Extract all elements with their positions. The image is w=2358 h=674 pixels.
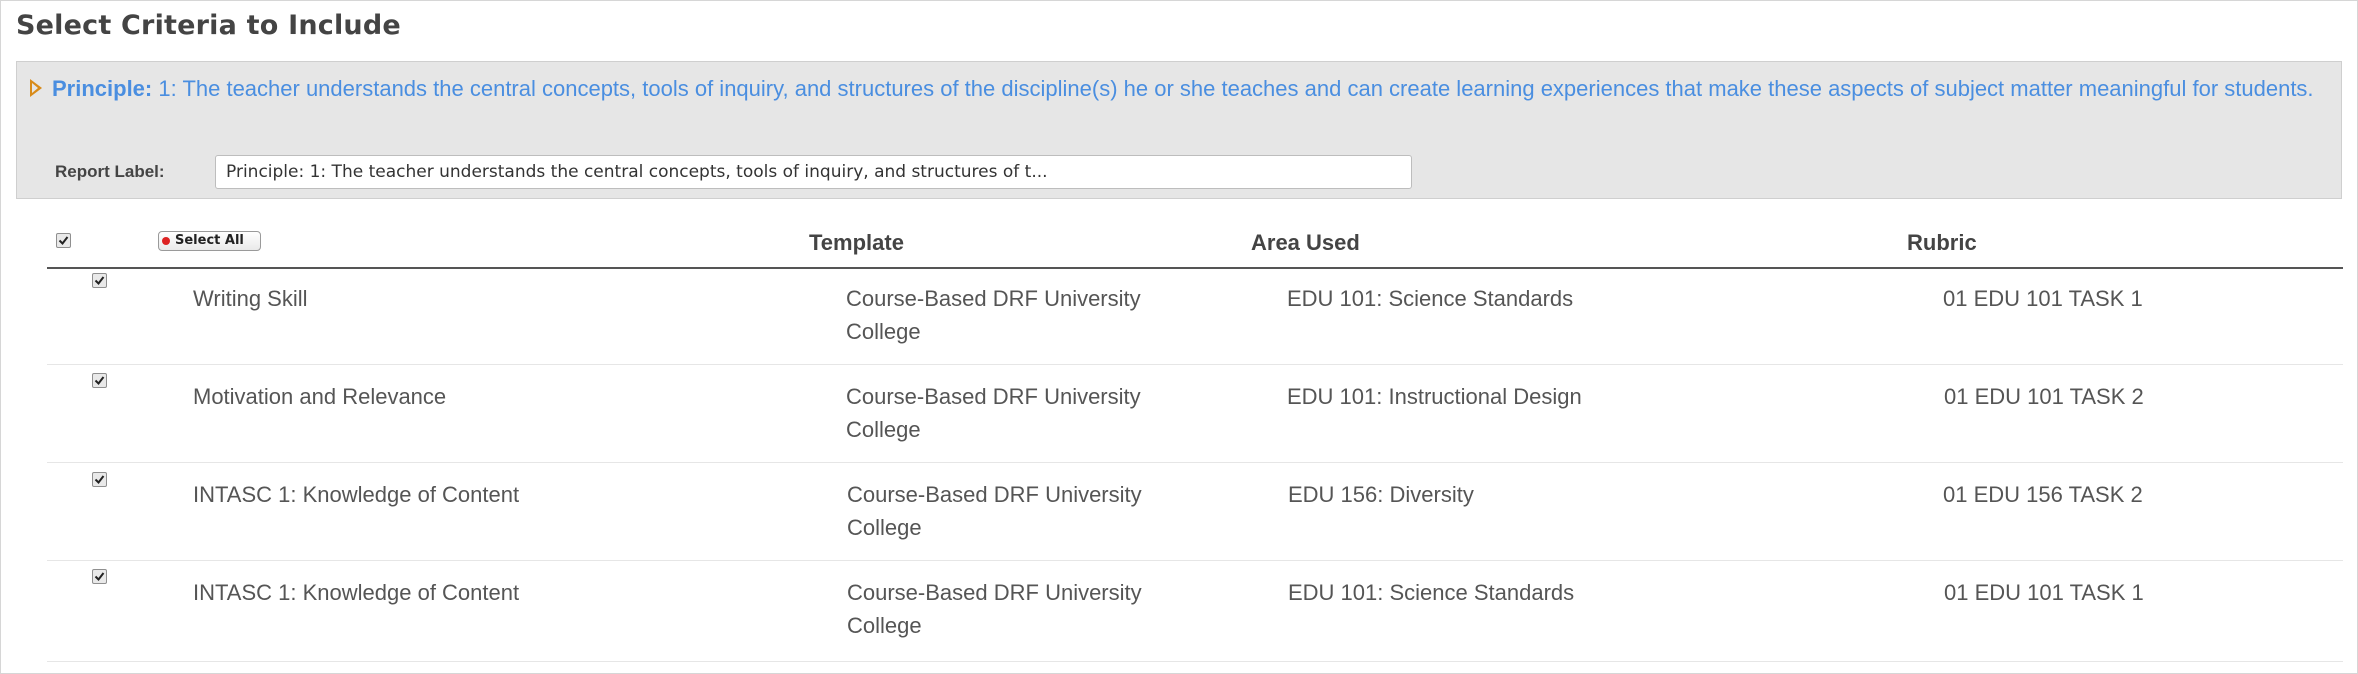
template-line: College [847,515,922,540]
row-checkbox[interactable] [92,273,107,288]
template-line: Course-Based DRF University [846,286,1141,311]
area-used-cell: EDU 156: Diversity [1288,482,1474,507]
principle-label[interactable]: Principle: [52,76,152,101]
select-all-checkbox[interactable] [56,233,71,248]
checkmark-icon [94,475,105,485]
template-cell: Course-Based DRF University College [846,282,1141,348]
principle-description: Principle: 1: The teacher understands th… [27,72,2317,105]
criterion-name: Motivation and Relevance [193,384,447,409]
template-line: College [847,613,922,638]
table-row: Motivation and Relevance Course-Based DR… [47,365,2343,463]
row-checkbox[interactable] [92,373,107,388]
checkmark-icon [94,572,105,582]
row-checkbox[interactable] [92,569,107,584]
checkmark-icon [58,236,69,246]
column-header-area-used: Area Used [1251,230,1360,255]
principle-panel: Principle: 1: The teacher understands th… [16,61,2342,199]
rubric-cell: 01 EDU 156 TASK 2 [1943,482,2143,507]
template-line: Course-Based DRF University [847,580,1142,605]
template-cell: Course-Based DRF University College [847,576,1142,642]
template-line: College [846,417,921,442]
expand-triangle-icon[interactable] [30,79,42,98]
report-label-caption: Report Label: [55,162,165,181]
column-header-template: Template [809,230,904,255]
template-line: Course-Based DRF University [847,482,1142,507]
column-header-rubric: Rubric [1907,230,1977,255]
checkmark-icon [94,376,105,386]
template-cell: Course-Based DRF University College [846,380,1141,446]
criterion-name: INTASC 1: Knowledge of Content [193,580,520,605]
select-all-label: Select All [175,233,244,248]
template-line: Course-Based DRF University [846,384,1141,409]
page-title: Select Criteria to Include [16,10,401,41]
template-line: College [846,319,921,344]
criterion-name: Writing Skill [193,286,308,311]
table-header: Select All Template Area Used Rubric [47,222,2343,269]
table-row: Writing Skill Course-Based DRF Universit… [47,268,2343,365]
rubric-cell: 01 EDU 101 TASK 1 [1943,286,2143,311]
area-used-cell: EDU 101: Instructional Design [1287,384,1582,409]
criterion-name: INTASC 1: Knowledge of Content [193,482,520,507]
select-all-button[interactable]: Select All [158,231,261,251]
table-row: INTASC 1: Knowledge of Content Course-Ba… [47,463,2343,561]
checkmark-icon [94,276,105,286]
area-used-cell: EDU 101: Science Standards [1288,580,1575,605]
row-checkbox[interactable] [92,472,107,487]
rubric-cell: 01 EDU 101 TASK 2 [1944,384,2144,409]
select-all-indicator-icon [162,237,170,245]
table-row: INTASC 1: Knowledge of Content Course-Ba… [47,561,2343,662]
report-label-input[interactable]: Principle: 1: The teacher understands th… [215,155,1412,189]
principle-text: 1: The teacher understands the central c… [158,76,2314,101]
template-cell: Course-Based DRF University College [847,478,1142,544]
area-used-cell: EDU 101: Science Standards [1287,286,1574,311]
rubric-cell: 01 EDU 101 TASK 1 [1944,580,2144,605]
